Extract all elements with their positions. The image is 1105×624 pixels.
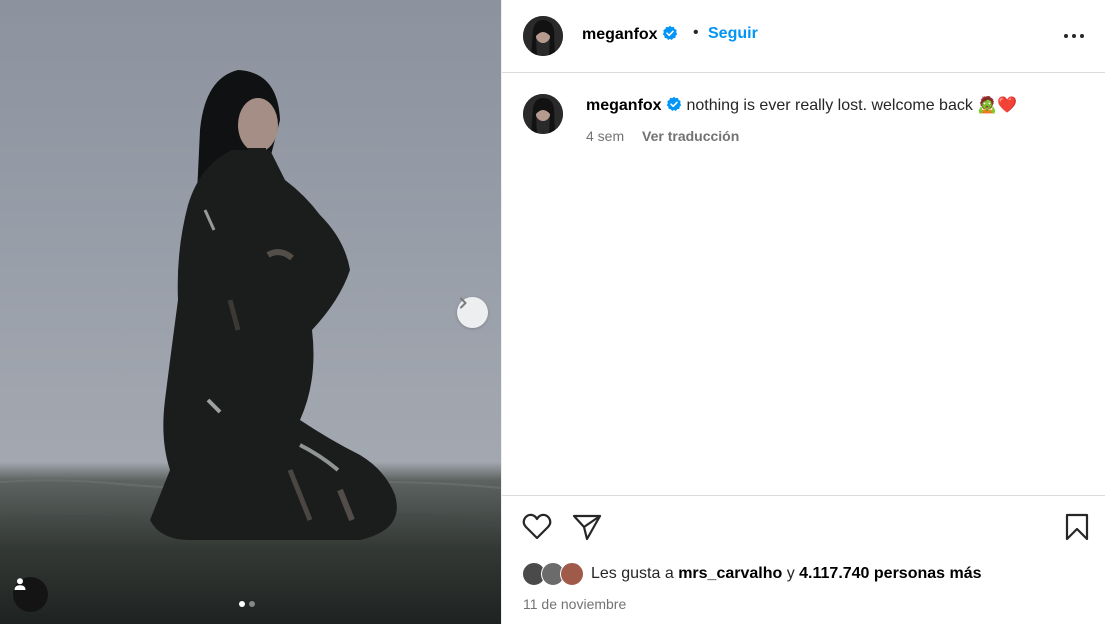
header-separator: •: [693, 24, 699, 41]
more-options-icon[interactable]: [1062, 26, 1086, 46]
post-time-ago[interactable]: 4 sem: [586, 128, 624, 144]
carousel-dot-active: [239, 601, 245, 607]
avatar-image: [523, 16, 563, 56]
liker-avatars: [522, 562, 588, 586]
caption-meta: 4 sem Ver traducción: [586, 128, 739, 144]
caption-avatar[interactable]: [523, 94, 563, 134]
likes-prefix: Les gusta a: [591, 565, 674, 582]
post-photo: [0, 70, 501, 540]
carousel-indicator: [239, 601, 255, 607]
likes-conj: y: [786, 565, 795, 582]
send-icon[interactable]: [572, 513, 602, 541]
post-caption: meganfox nothing is ever really lost. we…: [586, 95, 1096, 117]
heart-icon[interactable]: [522, 513, 552, 541]
header-username[interactable]: meganfox: [582, 26, 658, 43]
chevron-right-icon: [460, 297, 467, 309]
avatar[interactable]: [523, 16, 563, 56]
liker-avatar[interactable]: [560, 562, 584, 586]
tagged-users-button[interactable]: [13, 577, 48, 612]
likes-summary: Les gusta a mrs_carvalho y 4.117.740 per…: [522, 562, 982, 586]
post-date[interactable]: 11 de noviembre: [523, 596, 626, 612]
carousel-dot: [249, 601, 255, 607]
caption-text: nothing is ever really lost. welcome bac…: [686, 97, 1018, 114]
likes-text: Les gusta a mrs_carvalho y 4.117.740 per…: [591, 565, 982, 583]
bookmark-icon[interactable]: [1065, 513, 1089, 541]
post-footer: Les gusta a mrs_carvalho y 4.117.740 per…: [502, 495, 1105, 624]
header-username-group: meganfox: [582, 25, 678, 44]
translate-button[interactable]: Ver traducción: [642, 128, 739, 144]
verified-badge-icon: [662, 25, 678, 40]
user-tag-icon: [14, 578, 26, 590]
post-media: [0, 0, 501, 624]
verified-badge-icon: [666, 96, 682, 111]
likes-user-link[interactable]: mrs_carvalho: [678, 565, 782, 582]
caption-username[interactable]: meganfox: [586, 97, 662, 114]
carousel-next-button[interactable]: [457, 297, 488, 328]
post-side-panel: meganfox • Seguir meganfox nothing is ev…: [501, 0, 1105, 624]
avatar-image: [523, 94, 563, 134]
likes-count-link[interactable]: 4.117.740 personas más: [799, 565, 981, 582]
post-header: meganfox • Seguir: [502, 0, 1105, 73]
follow-button[interactable]: Seguir: [708, 25, 758, 43]
